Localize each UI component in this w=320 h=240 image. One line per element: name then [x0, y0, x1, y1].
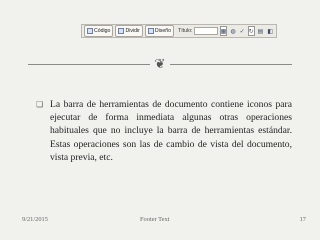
split-view-label: Dividir [125, 28, 140, 34]
bullet-icon: ❏ [36, 100, 44, 109]
title-divider-left [28, 64, 150, 65]
document-toolbar-screenshot: Código Dividir Diseño Título: ▦ ◍ ✓ ↻ ▤ … [81, 24, 277, 38]
code-view-icon [87, 28, 93, 34]
code-view-label: Código [94, 28, 111, 34]
title-label: Título: [178, 28, 193, 34]
visual-aids-icon[interactable]: ◧ [266, 26, 274, 36]
design-view-button[interactable]: Diseño [144, 25, 175, 37]
design-view-icon [147, 28, 154, 34]
title-divider-right [170, 64, 292, 65]
globe-preview-icon[interactable]: ◍ [229, 26, 236, 36]
slide: Código Dividir Diseño Título: ▦ ◍ ✓ ↻ ▤ … [0, 0, 320, 240]
refresh-icon[interactable]: ↻ [247, 26, 255, 36]
view-options-icon[interactable]: ▤ [257, 26, 265, 36]
design-view-label: Diseño [154, 28, 172, 34]
file-management-icon[interactable]: ▦ [219, 26, 228, 36]
footer-text: Footer Text [140, 216, 170, 223]
footer-date: 9/21/2015 [22, 216, 48, 223]
bullet-item: ❏ La barra de herramientas de documento … [36, 98, 294, 164]
check-icon[interactable]: ✓ [239, 26, 246, 36]
ornament-icon: ❦ [154, 56, 166, 71]
title-input[interactable] [194, 27, 218, 35]
split-view-button[interactable]: Dividir [115, 25, 143, 37]
code-view-button[interactable]: Código [84, 25, 114, 37]
bullet-text: La barra de herramientas de documento co… [50, 99, 292, 163]
slide-number: 17 [299, 216, 306, 223]
split-view-icon [118, 28, 125, 34]
